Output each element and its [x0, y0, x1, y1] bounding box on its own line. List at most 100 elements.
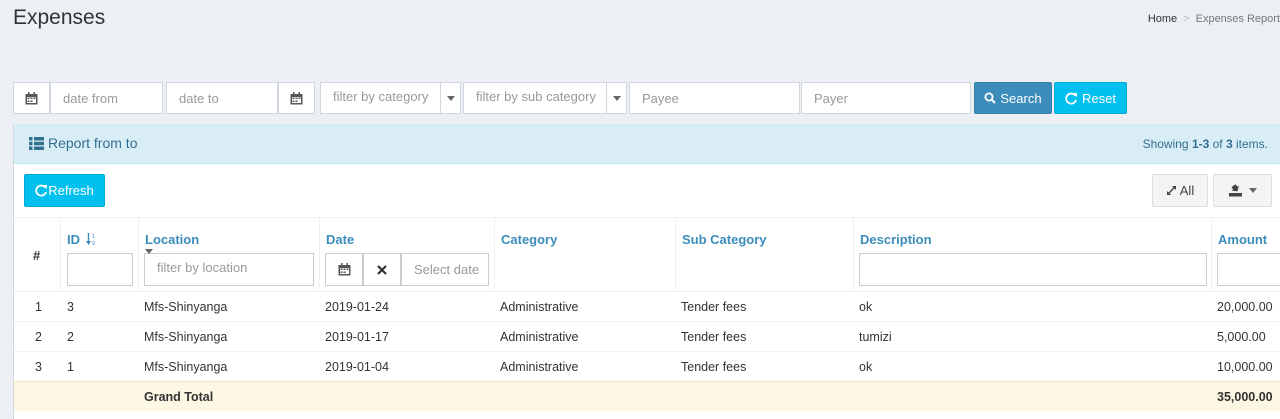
cell-description: ok	[859, 300, 873, 314]
th-date-label[interactable]: Date	[326, 232, 354, 247]
breadcrumb-home[interactable]: Home	[1148, 13, 1177, 25]
th-description-label[interactable]: Description	[860, 232, 932, 247]
th-index-label: #	[33, 248, 41, 263]
cell-index: 3	[35, 360, 42, 374]
report-panel: Report from to Showing 1-3 of 3 items. R…	[13, 124, 1280, 419]
cell-category: Administrative	[500, 360, 579, 374]
chevron-down-icon	[606, 83, 626, 113]
sub-category-select[interactable]: filter by sub category	[463, 82, 627, 114]
cell-category: Administrative	[500, 300, 579, 314]
cell-description: ok	[859, 360, 873, 374]
th-location-label[interactable]: Location	[145, 232, 199, 247]
date-from-input[interactable]: date from	[50, 82, 163, 114]
date-filter-clear-button[interactable]	[363, 253, 401, 286]
cell-index: 2	[35, 330, 42, 344]
summary-prefix: Showing	[1142, 137, 1192, 151]
reset-button-label: Reset	[1082, 90, 1116, 106]
cell-sub-category: Tender fees	[681, 330, 747, 344]
export-menu-button[interactable]	[1213, 174, 1272, 207]
category-select[interactable]: filter by category	[320, 82, 461, 114]
th-location[interactable]: Location filter by location	[139, 217, 320, 290]
summary-mid: of	[1209, 137, 1226, 151]
search-icon	[984, 92, 997, 104]
grand-total-label: Grand Total	[144, 390, 214, 404]
page-title: Expenses	[13, 6, 106, 29]
th-category-label[interactable]: Category	[501, 232, 557, 247]
calendar-icon	[338, 263, 350, 276]
cell-amount: 5,000.00	[1217, 330, 1266, 344]
svg-text:1: 1	[92, 234, 95, 240]
reset-button[interactable]: Reset	[1054, 82, 1127, 114]
svg-text:9: 9	[92, 241, 95, 246]
cell-amount: 10,000.00	[1217, 360, 1273, 374]
chevron-down-icon	[440, 83, 460, 113]
show-all-label: All	[1179, 183, 1195, 198]
th-id-label[interactable]: ID	[67, 232, 80, 247]
description-filter-input[interactable]	[859, 253, 1207, 286]
breadcrumb-separator: >	[1183, 13, 1190, 25]
th-sub-category-label[interactable]: Sub Category	[682, 232, 767, 247]
th-date[interactable]: Date Select date	[320, 217, 495, 290]
grand-total-amount: 35,000.00	[1217, 390, 1273, 404]
panel-title: Report from to	[48, 135, 138, 151]
show-all-button[interactable]: All	[1152, 174, 1208, 207]
cell-date: 2019-01-24	[325, 300, 389, 314]
th-amount-label[interactable]: Amount	[1218, 232, 1267, 247]
th-index: #	[14, 217, 61, 290]
expand-icon	[1166, 185, 1176, 196]
location-filter-placeholder: filter by location	[157, 260, 248, 275]
summary-range: 1-3	[1191, 137, 1210, 151]
cell-description: tumizi	[859, 330, 892, 344]
location-filter-select[interactable]: filter by location	[144, 249, 314, 286]
chevron-down-icon	[1249, 188, 1257, 193]
cell-date: 2019-01-17	[325, 330, 389, 344]
refresh-button[interactable]: Refresh	[24, 174, 105, 207]
export-icon	[1229, 184, 1242, 197]
date-to-calendar-button[interactable]	[278, 82, 315, 114]
th-amount[interactable]: Amount	[1212, 217, 1280, 290]
calendar-icon	[25, 91, 38, 104]
table-row[interactable]: 1 3 Mfs-Shinyanga 2019-01-24 Administrat…	[14, 291, 1280, 321]
th-description[interactable]: Description	[854, 217, 1212, 290]
panel-title-wrap: Report from to	[29, 135, 137, 151]
date-filter-input[interactable]: Select date	[401, 253, 489, 286]
cell-location: Mfs-Shinyanga	[144, 360, 228, 374]
date-filter-calendar-button[interactable]	[325, 253, 363, 286]
cell-index: 1	[35, 300, 42, 314]
cell-amount: 20,000.00	[1217, 300, 1273, 314]
date-filter-placeholder: Select date	[414, 262, 480, 277]
list-icon	[29, 136, 44, 150]
search-button[interactable]: Search	[974, 82, 1052, 114]
cell-id: 2	[67, 330, 74, 344]
grand-total-row: Grand Total 35,000.00	[14, 381, 1280, 411]
th-id[interactable]: ID 19	[61, 217, 139, 290]
cell-date: 2019-01-04	[325, 360, 389, 374]
summary-suffix: items.	[1232, 137, 1268, 151]
summary-total: 3	[1225, 137, 1233, 151]
refresh-button-label: Refresh	[48, 183, 94, 198]
cell-category: Administrative	[500, 330, 579, 344]
cell-sub-category: Tender fees	[681, 300, 747, 314]
search-button-label: Search	[1000, 90, 1042, 106]
date-from-calendar-button[interactable]	[13, 82, 50, 114]
breadcrumb-current: Expenses Report	[1195, 13, 1280, 25]
cell-id: 3	[67, 300, 74, 314]
payee-input[interactable]: Payee	[629, 82, 800, 114]
th-sub-category[interactable]: Sub Category	[676, 217, 854, 290]
payer-input[interactable]: Payer	[801, 82, 971, 114]
cell-location: Mfs-Shinyanga	[144, 300, 228, 314]
calendar-icon	[290, 91, 303, 104]
th-category[interactable]: Category	[495, 217, 676, 290]
breadcrumb: Home > Expenses Report	[1148, 13, 1280, 25]
date-to-input[interactable]: date to	[166, 82, 278, 114]
amount-filter-input[interactable]	[1217, 253, 1280, 286]
pagination-summary: Showing 1-3 of 3 items.	[1143, 137, 1268, 151]
table-row[interactable]: 2 2 Mfs-Shinyanga 2019-01-17 Administrat…	[14, 321, 1280, 351]
refresh-icon	[1065, 92, 1078, 104]
id-filter-input[interactable]	[67, 253, 133, 286]
sort-icon: 19	[86, 233, 95, 246]
cell-location: Mfs-Shinyanga	[144, 330, 228, 344]
table-row[interactable]: 3 1 Mfs-Shinyanga 2019-01-04 Administrat…	[14, 351, 1280, 381]
cell-sub-category: Tender fees	[681, 360, 747, 374]
chevron-down-icon	[145, 249, 153, 269]
